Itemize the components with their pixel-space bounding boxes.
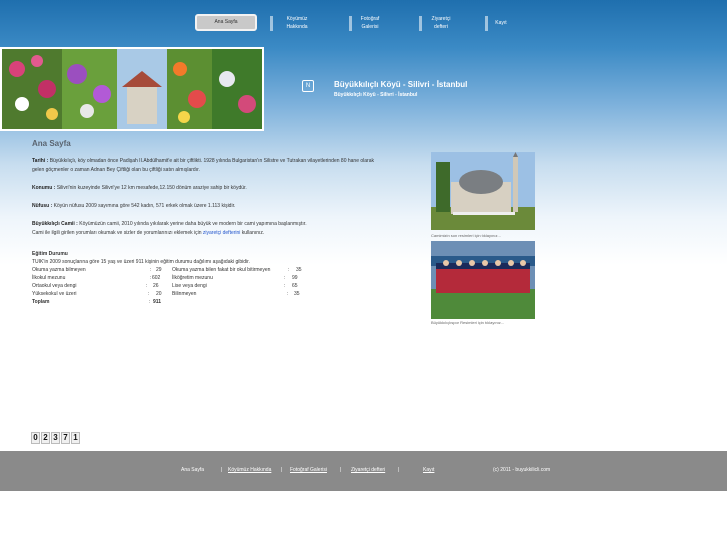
footer-separator: | [340, 467, 342, 473]
mosque-photo-caption[interactable]: Camimizin son resimleri için tıklayınız.… [431, 233, 501, 238]
edu-right-label: İlköğretim mezunu [172, 275, 213, 281]
nav-separator [485, 16, 488, 31]
edu-left-value: 20 [156, 291, 162, 297]
edu-right-value: 99 [292, 275, 298, 281]
footer-separator: | [281, 467, 283, 473]
location-label: Konumu : [32, 185, 56, 191]
footer-link-koyumuz-hakkinda[interactable]: Köyümüz Hakkında [228, 467, 271, 473]
footer-link-fotograf-galerisi[interactable]: Fotoğraf Galerisi [290, 467, 327, 473]
footer: Ana Sayfa | Köyümüz Hakkında | Fotoğraf … [0, 451, 727, 491]
nav-separator [349, 16, 352, 31]
site-logo-icon: N [302, 80, 314, 92]
edu-colon: : [284, 275, 286, 281]
edu-colon: : [148, 291, 150, 297]
football-team-image [431, 241, 535, 319]
mosque-text-2: Cami ile ilgili girilen yorumları okumak… [32, 230, 202, 236]
footer-link-kayit[interactable]: Kayıt [423, 467, 434, 473]
mosque-text-3: kullanınız. [241, 230, 265, 236]
mosque-paragraph: Büyükkılıçlı Camii : Köyümüzün camii, 20… [32, 220, 387, 238]
location-text: Silivri'nin kuzeyinde Silivri'ye 12 km m… [56, 185, 247, 191]
education-intro: TUIK'in 2009 sonuçlarına göre 15 yaş ve … [32, 259, 250, 265]
location-paragraph: Konumu : Silivri'nin kuzeyinde Silivri'y… [32, 184, 387, 193]
nav-separator [419, 16, 422, 31]
population-label: Nüfusu : [32, 203, 53, 209]
mosque-text: Köyümüzün camii, 2010 yılında yıkılarak … [79, 221, 307, 227]
edu-right-value: 65 [292, 283, 298, 289]
edu-right-label: Bilinmeyen [172, 291, 197, 297]
population-paragraph: Nüfusu : Köyün nüfusu 2009 sayımına göre… [32, 202, 387, 211]
page-title: Ana Sayfa [32, 139, 71, 148]
edu-colon: : [288, 267, 290, 273]
nav-item-koyumuz-hakkinda[interactable]: Köyümüz Hakkında [277, 15, 317, 35]
football-team-photo[interactable] [431, 241, 535, 319]
counter-digit: 7 [61, 432, 70, 444]
footer-separator: | [221, 467, 223, 473]
mosque-image [431, 152, 535, 230]
edu-left-value: 26 [153, 283, 159, 289]
edu-left-label: İlkokul mezunu [32, 275, 66, 281]
footer-link-ana-sayfa[interactable]: Ana Sayfa [181, 467, 204, 473]
nav-item-ziyaretci-defteri[interactable]: Ziyaretçi defteri [426, 15, 456, 35]
edu-colon: : [150, 267, 152, 273]
footer-link-ziyaretci-defteri[interactable]: Ziyaretçi defteri [351, 467, 385, 473]
edu-right-label: Okuma yazma bilen fakat bir okul bitirme… [172, 267, 271, 273]
mosque-label: Büyükkılıçlı Camii : [32, 221, 78, 227]
footer-separator: | [398, 467, 400, 473]
site-subtitle: Büyükkılıçlı Köyü - Silivri - İstanbul [334, 92, 418, 98]
edu-left-label: Ortaokul veya dengi [32, 283, 77, 289]
edu-colon: : [287, 291, 289, 297]
edu-total-value: 911 [153, 299, 162, 305]
edu-left-value: 29 [156, 267, 162, 273]
edu-right-label: Lise veya dengi [172, 283, 207, 289]
education-title: Eğitim Durumu [32, 251, 68, 257]
banner-collage [2, 49, 262, 129]
edu-colon: : [149, 299, 151, 305]
history-paragraph: Tarihi : Büyükkılıçlı, köy olmadan önce … [32, 157, 387, 175]
edu-right-value: 35 [294, 291, 300, 297]
nav-item-kayit[interactable]: Kayıt [491, 19, 511, 39]
counter-digit: 1 [71, 432, 80, 444]
guestbook-link[interactable]: ziyaretçi defterini [203, 230, 241, 236]
football-photo-caption[interactable]: Büyükkılıçlıspor Resimleri için tıklayın… [431, 320, 504, 325]
population-text: Köyün nüfusu 2009 sayımına göre 542 kadı… [53, 203, 236, 209]
visitor-counter: 02371 [31, 432, 81, 444]
footer-copyright: (c) 2011 - buyukkilicli.com [493, 467, 551, 473]
header-banner-image [0, 47, 264, 131]
edu-left-value: 602 [152, 275, 161, 281]
history-label: Tarihi : [32, 158, 49, 164]
counter-digit: 0 [31, 432, 40, 444]
edu-colon: : [146, 283, 148, 289]
edu-left-label: Yüksekokul ve üzeri [32, 291, 77, 297]
site-title: Büyükkılıçlı Köyü - Silivri - İstanbul [334, 80, 468, 89]
nav-item-ana-sayfa[interactable]: Ana Sayfa [195, 14, 257, 31]
main-content: Tarihi : Büyükkılıçlı, köy olmadan önce … [32, 157, 387, 247]
counter-digit: 2 [41, 432, 50, 444]
history-text: Büyükkılıçlı, köy olmadan önce Padişah I… [32, 158, 374, 173]
edu-left-label: Okuma yazma bilmeyen [32, 267, 86, 273]
mosque-photo[interactable] [431, 152, 535, 230]
nav-item-fotograf-galerisi[interactable]: Fotoğraf Galerisi [355, 15, 385, 35]
edu-right-value: 35 [296, 267, 302, 273]
counter-digit: 3 [51, 432, 60, 444]
edu-colon: : [284, 283, 286, 289]
nav-separator [270, 16, 273, 31]
edu-total-label: Toplam [32, 299, 50, 305]
